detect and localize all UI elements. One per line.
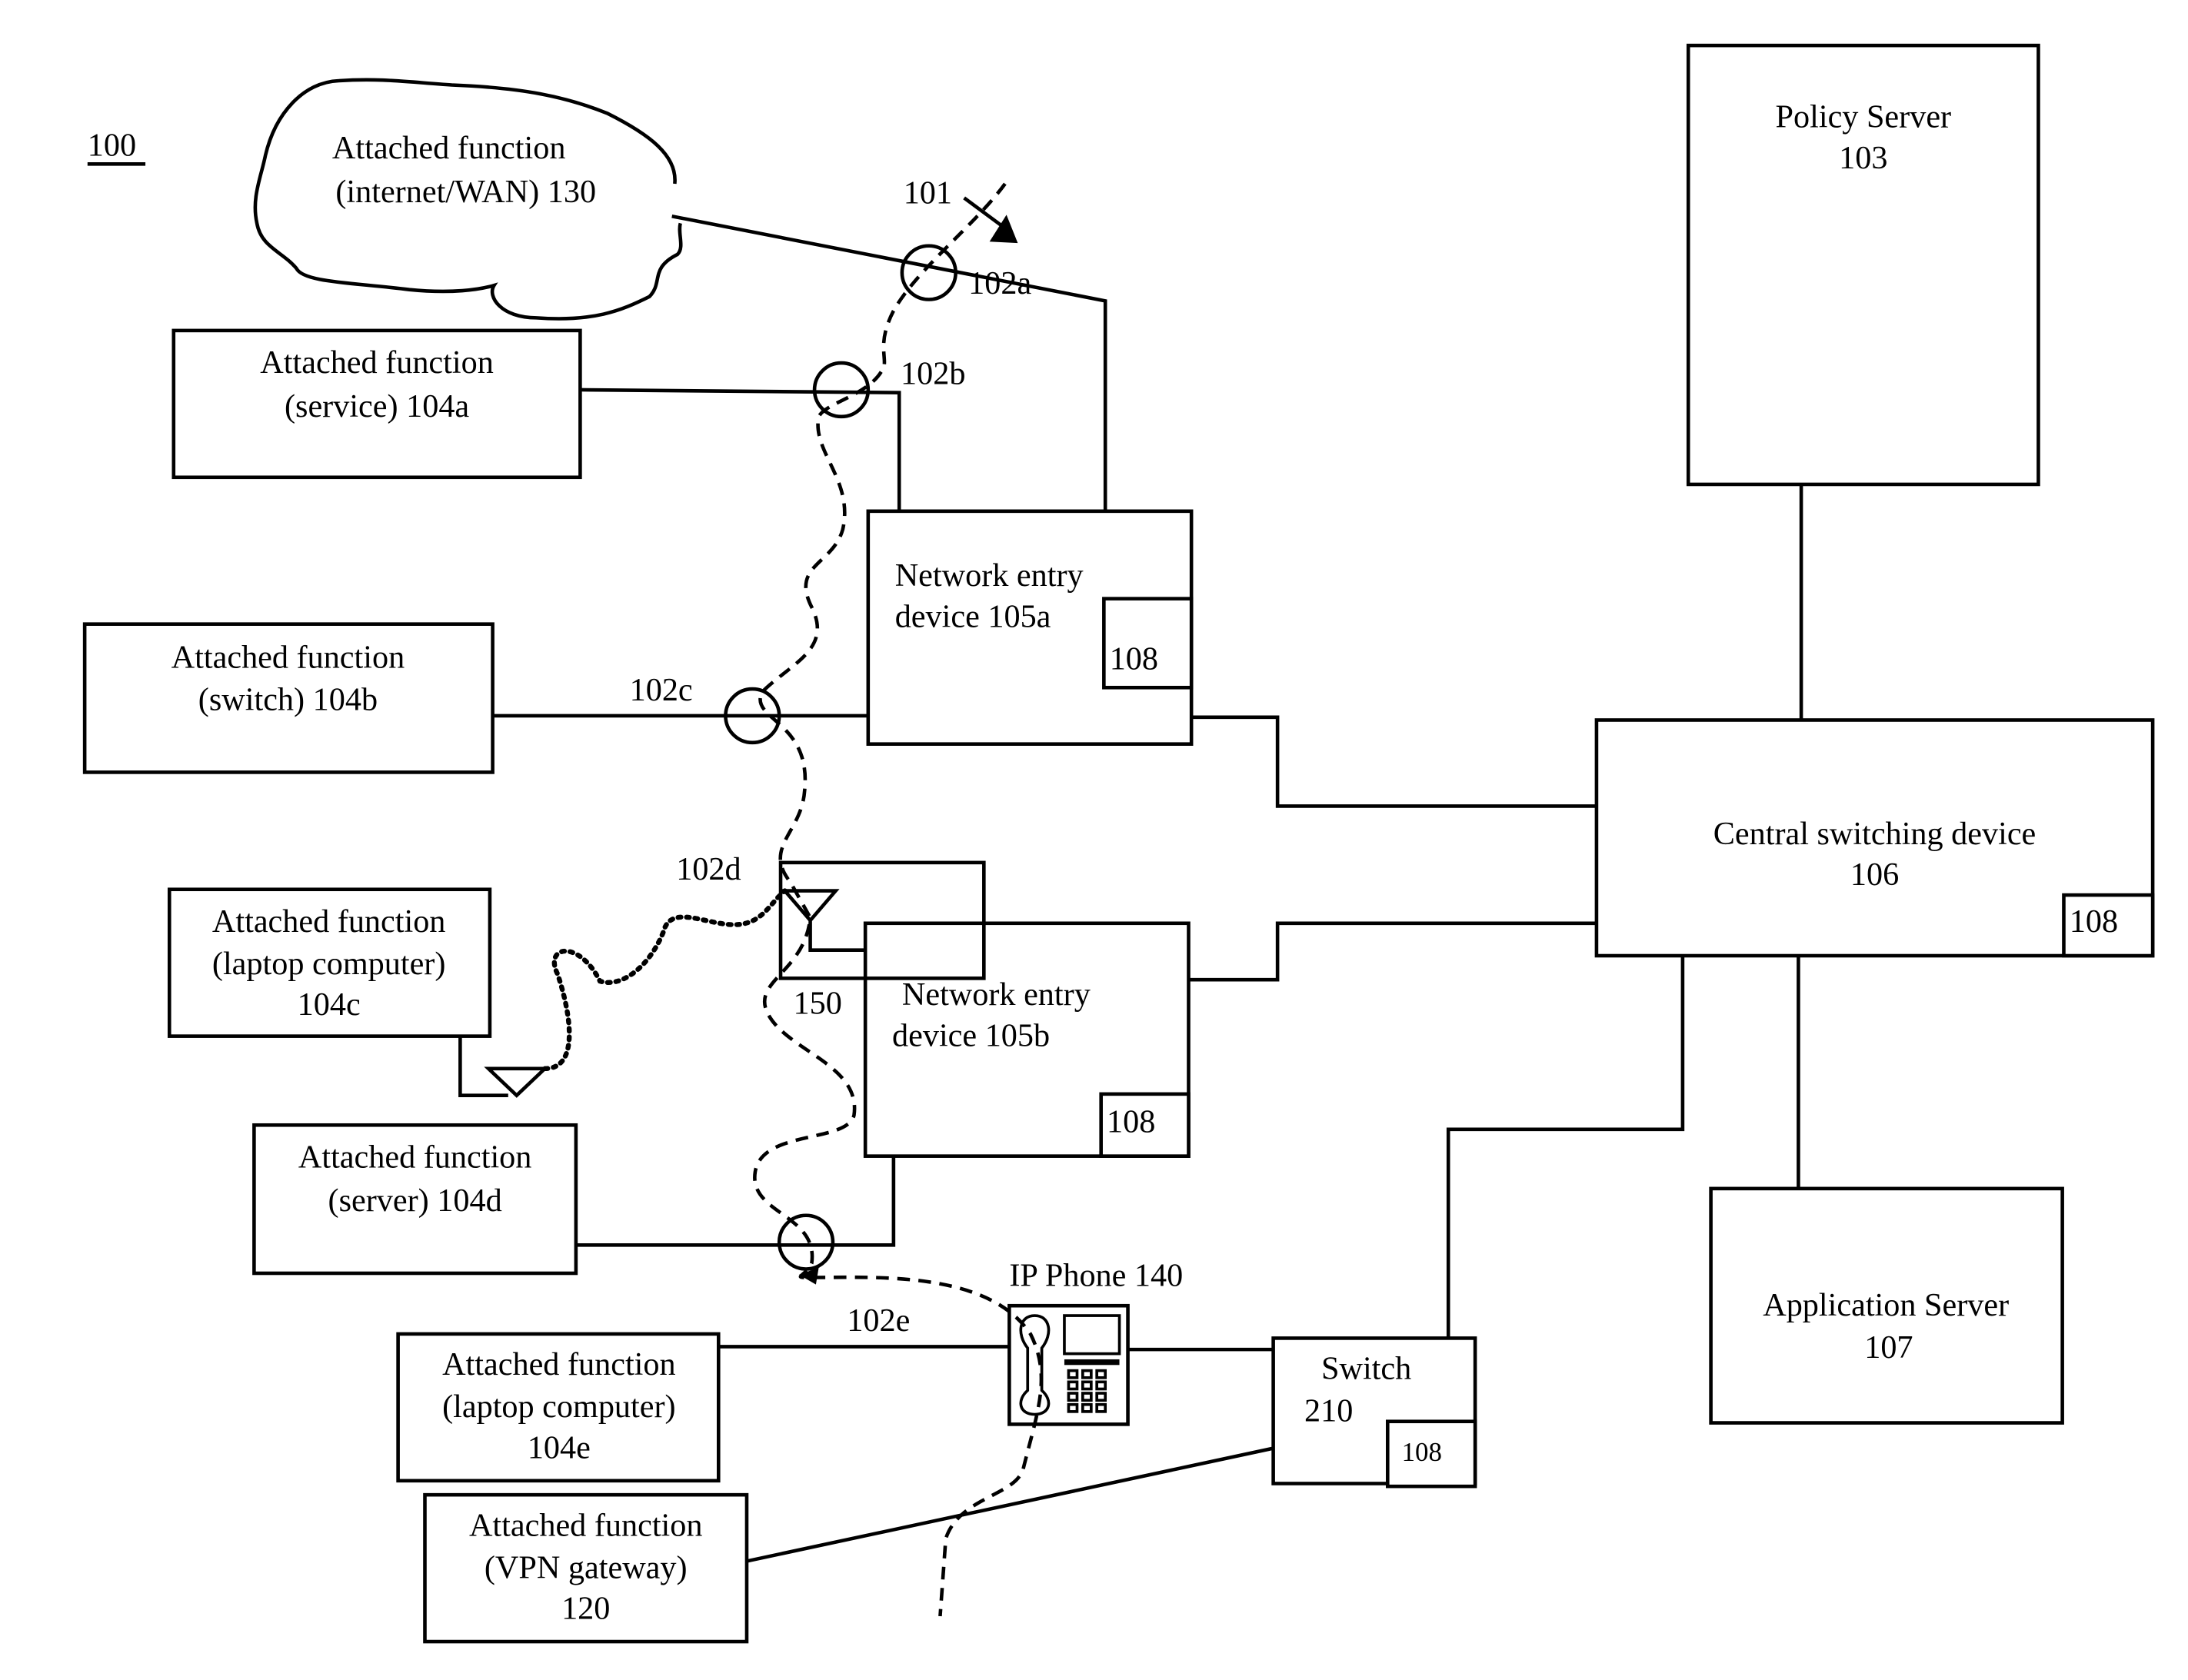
antenna-icon-104c: [484, 1066, 550, 1098]
node-policy-server-103[interactable]: Policy Server 103: [1686, 43, 2040, 487]
laptop104c-label-1: Attached function: [212, 903, 446, 940]
policy-label-1: Policy Server: [1776, 99, 1952, 135]
central-tag: 108: [2070, 903, 2118, 940]
switch104b-label-1: Attached function: [172, 640, 405, 676]
service-label-1: Attached function: [260, 344, 494, 381]
switch210-label-1: Switch: [1321, 1351, 1411, 1387]
app-label-1: Application Server: [1763, 1287, 2009, 1323]
internet-label-1: Attached function: [332, 130, 566, 166]
node-switch-210[interactable]: Switch 210 108: [1271, 1336, 1477, 1489]
switch104b-label-2: (switch) 104b: [198, 682, 378, 718]
label-102e: 102e: [847, 1302, 910, 1339]
link-internet-105a: [671, 214, 1107, 511]
link-vpn-210: [746, 1446, 1274, 1563]
link-104a-105a: [580, 388, 901, 511]
ned105b-label-2: device 105b: [892, 1017, 1050, 1053]
vpn-label-1: Attached function: [469, 1507, 703, 1543]
dotted-wireless-path: [542, 888, 788, 1072]
label-102d: 102d: [676, 851, 741, 887]
node-network-entry-105b[interactable]: Network entry device 105b 108: [863, 921, 1191, 1158]
link-105a-106: [1191, 715, 1597, 808]
node-application-server-107[interactable]: Application Server 107: [1709, 1186, 2064, 1425]
ned105a-label-2: device 105a: [895, 598, 1051, 634]
server-label-1: Attached function: [298, 1139, 532, 1175]
central-label-1: Central switching device: [1713, 816, 2036, 852]
node-switch-104b[interactable]: Attached function (switch) 104b: [82, 622, 495, 774]
ned105a-label-1: Network entry: [895, 557, 1084, 594]
ipphone-label: IP Phone 140: [1009, 1258, 1183, 1294]
figure-label: 100: [88, 127, 136, 163]
port-102a[interactable]: [900, 244, 957, 301]
link-104d-105b: [577, 1157, 896, 1247]
laptop104c-label-3: 104c: [298, 986, 361, 1023]
laptop104c-label-2: (laptop computer): [212, 946, 446, 982]
node-laptop-104e[interactable]: Attached function (laptop computer) 104e: [396, 1332, 721, 1483]
node-central-switching-106[interactable]: Central switching device 106 108: [1594, 718, 2155, 958]
central-label-2: 106: [1850, 857, 1899, 893]
app-label-2: 107: [1864, 1329, 1913, 1366]
ned105b-label-1: Network entry: [902, 976, 1091, 1013]
switch210-label-2: 210: [1304, 1393, 1353, 1429]
node-server-104d[interactable]: Attached function (server) 104d: [252, 1123, 578, 1276]
label-101: 101: [904, 175, 952, 211]
ned105a-tag: 108: [1110, 640, 1158, 677]
laptop104e-label-2: (laptop computer): [442, 1389, 676, 1425]
node-laptop-104c[interactable]: Attached function (laptop computer) 104c: [167, 887, 492, 1038]
link-106-210: [1446, 956, 1685, 1339]
network-diagram: 100 Attached function (internet/WAN) 130…: [82, 43, 2155, 1644]
node-service-104a[interactable]: Attached function (service) 104a: [172, 328, 582, 480]
policy-label-2: 103: [1839, 140, 1887, 176]
label-150: 150: [794, 985, 842, 1021]
vpn-label-2: (VPN gateway): [485, 1549, 688, 1585]
laptop104e-label-1: Attached function: [442, 1346, 676, 1382]
laptop104e-label-3: 104e: [528, 1429, 591, 1465]
ned105b-tag: 108: [1107, 1103, 1155, 1139]
internet-label-2: (internet/WAN) 130: [335, 174, 596, 210]
link-104c-antenna: [458, 1037, 508, 1098]
server-label-2: (server) 104d: [328, 1183, 502, 1219]
antenna-icon-150: [781, 889, 866, 952]
label-102a: 102a: [968, 265, 1031, 301]
switch210-tag: 108: [1402, 1437, 1442, 1467]
service-label-2: (service) 104a: [285, 388, 469, 424]
link-105b-106: [1188, 921, 1597, 982]
label-102c: 102c: [630, 672, 693, 708]
node-network-entry-105a[interactable]: Network entry device 105a 108: [866, 509, 1194, 746]
label-102b: 102b: [901, 356, 965, 392]
node-vpn-gateway-120[interactable]: Attached function (VPN gateway) 120: [423, 1492, 749, 1644]
vpn-label-3: 120: [561, 1591, 610, 1627]
port-102e-circle[interactable]: [777, 1213, 835, 1271]
node-internet-wan[interactable]: Attached function (internet/WAN) 130: [253, 78, 683, 321]
